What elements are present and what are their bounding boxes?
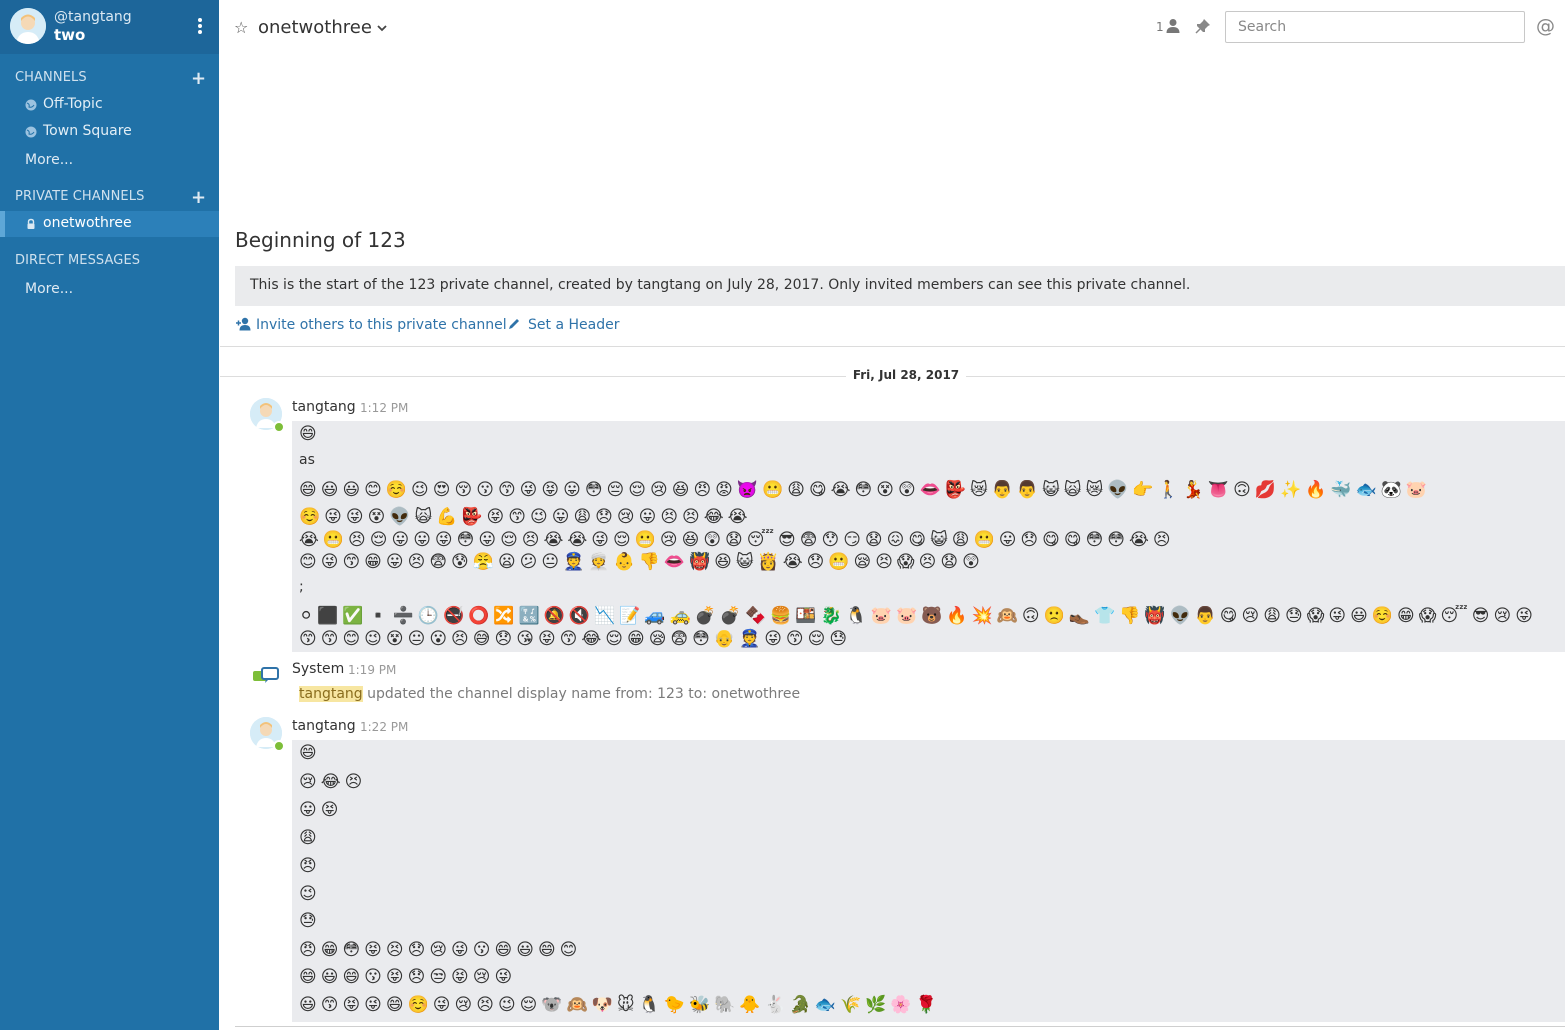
sidebar-item-label: Off-Topic — [43, 96, 103, 112]
emoji-row: 😢😂😣 — [299, 772, 367, 792]
date-separator-label: Fri, Jul 28, 2017 — [852, 368, 960, 382]
post-text: ; — [299, 579, 304, 595]
emoji-row: 😭😬😣😌😛😛😜😳😛😌😣😭😭😜😌😬😢😆😲😧😴😎😨😯😏😧😖😋😺😩😬😛😞😋😋😳😳😭😣 — [299, 530, 1175, 550]
private-channels-header: PRIVATE CHANNELS — [15, 189, 145, 204]
member-icon[interactable] — [1166, 18, 1180, 34]
main-menu-icon[interactable] — [194, 16, 206, 38]
emoji-row: 😊😜😙😁😛😣😨😰😤😦😕😐👮👳👶👎👄👹😆😺👸😭😞😬😪😣😱😣😧😲 — [299, 552, 984, 572]
avatar[interactable] — [250, 717, 285, 752]
pencil-icon — [509, 319, 519, 329]
username: @tangtang — [54, 9, 132, 25]
team-name[interactable]: two — [54, 26, 85, 44]
invite-link-label: Invite others to this private channel — [256, 317, 507, 333]
emoji-row: 😩 — [299, 828, 321, 848]
online-status-icon — [273, 421, 285, 433]
channel-header: ☆ onetwothree 1 @ — [220, 0, 1565, 56]
system-message: tangtang updated the channel display nam… — [299, 686, 800, 702]
emoji-row: 😄 — [299, 743, 321, 763]
sidebar-header: @tangtang two — [0, 0, 219, 54]
sidebar-item-label: Town Square — [43, 123, 132, 139]
invite-link[interactable]: Invite others to this private channel — [235, 317, 507, 333]
sidebar-item-town-square[interactable]: Town Square — [0, 119, 219, 145]
system-chat-icon — [253, 667, 279, 683]
set-header-link[interactable]: Set a Header — [507, 317, 619, 333]
post-time[interactable]: 1:22 PM — [360, 720, 408, 734]
post-username[interactable]: tangtang — [292, 399, 356, 415]
lock-icon — [27, 218, 35, 229]
channels-header: CHANNELS — [15, 70, 87, 85]
sidebar-item-label: onetwothree — [43, 215, 132, 231]
post-time[interactable]: 1:19 PM — [348, 663, 396, 677]
add-user-icon — [236, 317, 251, 331]
emoji-row: 😄😃😃😊☺️😉😍😚😗😙😜😝😛😳😔😌😢😆😠😡👿😬😩😋😭😳😵😲👄👺😿👨👨😺🙀😿👽👉🚶… — [299, 480, 1431, 500]
channel-intro-description: This is the start of the 123 private cha… — [235, 266, 1565, 306]
set-header-label: Set a Header — [528, 317, 620, 333]
channel-intro-title: Beginning of 123 — [235, 228, 406, 252]
user-mention[interactable]: tangtang — [299, 686, 363, 702]
composer-divider — [235, 1026, 1565, 1027]
mentions-icon[interactable]: @ — [1536, 15, 1555, 37]
member-count[interactable]: 1 — [1156, 20, 1164, 34]
emoji-row: 😓 — [299, 911, 321, 931]
pin-icon[interactable] — [1195, 18, 1211, 34]
emoji-row: 😠😁😳😝😣😞😢😜😗😄😃😄😊 — [299, 940, 582, 960]
dm-more-link[interactable]: More... — [25, 281, 73, 297]
person-icon — [10, 8, 46, 44]
post-text: as — [299, 452, 315, 468]
search-input[interactable] — [1225, 11, 1525, 43]
emoji-row: 😉 — [299, 884, 321, 904]
direct-messages-header: DIRECT MESSAGES — [15, 253, 141, 268]
user-avatar[interactable] — [10, 8, 46, 44]
add-channel-icon[interactable]: + — [191, 70, 206, 88]
emoji-row: 😙😙😊😉😵😐😮😣😅😞😘😝😙😂😌😁😪😨😳👴👮😜😙😌😓 — [299, 629, 852, 649]
emoji-row: ⚪⬛✅▪️➗🕒🚭⭕🔀🔣🔕🔇📉📝🚙🚕💣💣🍫🍔🍱🐉🐧🐷🐷🐻🔥💥🙉🙃🙁👞👕👎👹👽👨😋😢… — [299, 606, 1537, 626]
post-username[interactable]: tangtang — [292, 718, 356, 734]
channels-more-link[interactable]: More... — [25, 152, 73, 168]
emoji-row: 😄😃😄😗😝😞😒😝😢😜 — [299, 967, 517, 987]
active-indicator — [0, 211, 5, 237]
online-status-icon — [273, 740, 285, 752]
star-icon[interactable]: ☆ — [234, 18, 248, 37]
chevron-down-icon[interactable] — [376, 22, 388, 34]
globe-icon — [25, 126, 37, 138]
add-private-channel-icon[interactable]: + — [191, 189, 206, 207]
intro-divider — [220, 346, 1565, 347]
post-time[interactable]: 1:12 PM — [360, 401, 408, 415]
sidebar-item-onetwothree[interactable]: onetwothree — [0, 211, 219, 237]
post-username[interactable]: System — [292, 661, 344, 677]
emoji-row: ☺️😜😜😵👽🙀💪👺😝😙😉😛😩😞😢😛😣😣😂😭 — [299, 507, 752, 527]
emoji-row: 😄 — [299, 424, 321, 444]
globe-icon — [25, 99, 37, 111]
sidebar: @tangtang two CHANNELS + Off-Topic Town … — [0, 0, 219, 1030]
emoji-row: 😃😙😝😜😄☺️😜😢😣😉😌🐨🙉🐶🐭🐧🐤🐝🐘🐥🐇🐊🐟🌾🌿🌸🌹 — [299, 995, 941, 1015]
system-message-text: updated the channel display name from: 1… — [362, 686, 801, 702]
emoji-row: 😠 — [299, 856, 321, 876]
sidebar-item-off-topic[interactable]: Off-Topic — [0, 92, 219, 118]
avatar[interactable] — [250, 398, 285, 433]
emoji-row: 😛😝 — [299, 800, 343, 820]
channel-title[interactable]: onetwothree — [258, 17, 372, 38]
